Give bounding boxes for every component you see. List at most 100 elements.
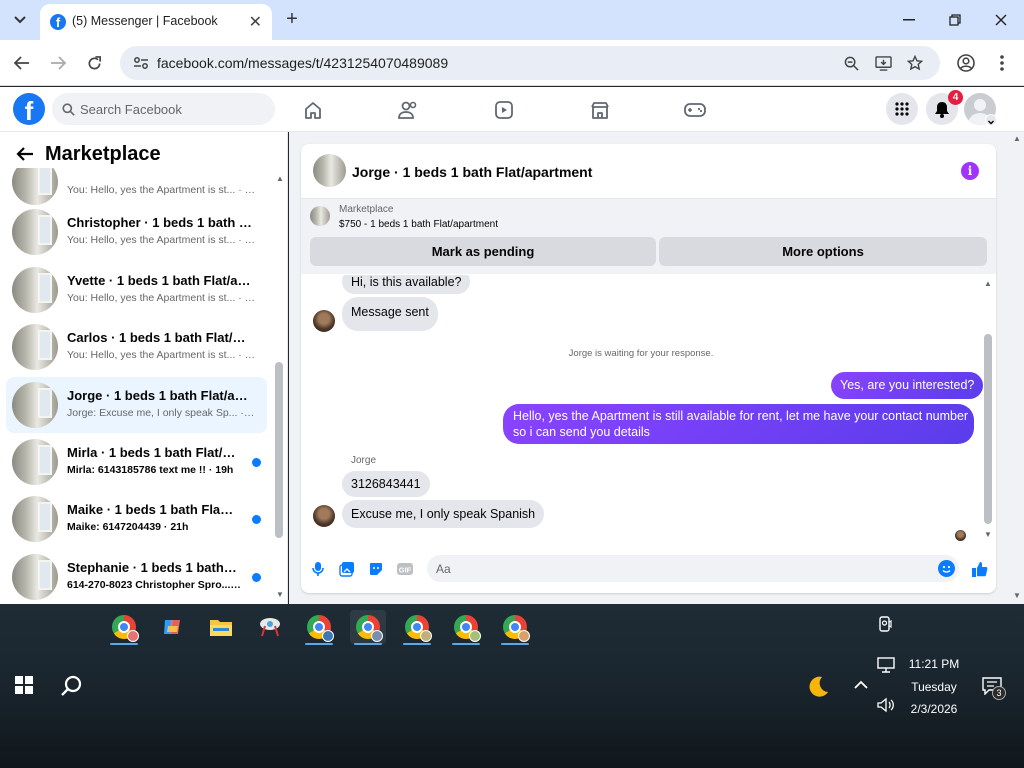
mark-as-pending-button[interactable]: Mark as pending	[310, 237, 656, 266]
tab-close-icon[interactable]: ✕	[249, 12, 262, 32]
page-scroll-up-icon[interactable]: ▲	[1013, 134, 1021, 143]
conversation-name: Stephanie · 1 beds 1 bath Flat/apartment	[67, 560, 237, 575]
back-arrow-icon[interactable]	[16, 146, 36, 166]
friends-icon[interactable]	[394, 97, 422, 123]
account-chevron-icon[interactable]	[985, 114, 997, 126]
close-window-button[interactable]	[989, 8, 1013, 32]
show-hidden-icons-chevron[interactable]	[853, 678, 869, 692]
marketplace-icon[interactable]	[586, 97, 614, 123]
message-input[interactable]: Aa	[427, 555, 959, 582]
listing-source: Marketplace	[339, 204, 394, 215]
taskbar-chrome-icon[interactable]	[497, 610, 533, 645]
chat-listing-avatar[interactable]	[313, 154, 346, 187]
listing-banner-thumbnail[interactable]	[310, 206, 330, 226]
camera-tray-icon[interactable]	[878, 616, 894, 634]
night-light-moon-icon[interactable]	[805, 674, 831, 700]
taskbar-chrome-icon[interactable]	[106, 610, 142, 645]
chat-title[interactable]: Jorge · 1 beds 1 bath Flat/apartment	[352, 164, 592, 180]
conversation-item[interactable]: Carlos · 1 beds 1 bath Flat/apartment Yo…	[6, 319, 267, 375]
conversation-item[interactable]: Yvette · 1 beds 1 bath Flat/apartment Yo…	[6, 262, 267, 318]
video-icon[interactable]	[490, 97, 518, 123]
reload-icon[interactable]	[83, 52, 105, 74]
gif-icon[interactable]: GIF	[396, 560, 414, 578]
address-bar[interactable]: facebook.com/messages/t/4231254070489089	[120, 46, 940, 80]
more-options-button[interactable]: More options	[659, 237, 987, 266]
notification-count-badge: 3	[992, 686, 1006, 700]
sender-avatar[interactable]	[313, 505, 335, 527]
conversation-info-icon[interactable]: i	[961, 162, 979, 180]
bookmark-star-icon[interactable]	[906, 54, 924, 72]
taskbar-search-icon[interactable]	[60, 674, 84, 698]
sidebar-scroll-down-icon[interactable]: ▼	[275, 590, 285, 600]
tab-search-dropdown-icon[interactable]	[8, 8, 32, 32]
taskbar-snipping-tool-icon[interactable]	[252, 610, 288, 644]
system-message: Jorge is waiting for your response.	[568, 348, 714, 359]
browser-tab[interactable]: f (5) Messenger | Facebook ✕	[40, 4, 272, 40]
facebook-logo-icon[interactable]: f	[13, 93, 45, 126]
outgoing-message: Hello, yes the Apartment is still availa…	[503, 404, 974, 444]
conversation-item[interactable]: Maike · 1 beds 1 bath Flat/apartment Mai…	[6, 491, 267, 547]
sidebar-scrollbar[interactable]	[275, 362, 283, 538]
conversation-item[interactable]: Christopher · 1 beds 1 bath Flat/apartme…	[6, 204, 267, 260]
conversation-snippet: Maike: 6147204439 · 21h	[67, 521, 189, 533]
conversation-name: Yvette · 1 beds 1 bath Flat/apartment	[67, 273, 252, 288]
taskbar-chrome-icon[interactable]	[448, 610, 484, 645]
photo-icon[interactable]	[338, 560, 356, 578]
conversation-snippet: You: Hello, yes the Apartment is st... ·…	[67, 234, 257, 246]
volume-icon[interactable]	[877, 697, 895, 713]
menu-grid-icon[interactable]	[886, 93, 918, 125]
conversation-item-active[interactable]: Jorge · 1 beds 1 bath Flat/apartment Jor…	[6, 377, 267, 433]
conversation-snippet: You: Hello, yes the Apartment is st... ·…	[67, 292, 257, 304]
taskbar-copilot-icon[interactable]	[154, 610, 190, 644]
gaming-icon[interactable]	[681, 97, 709, 123]
seen-receipt-avatar	[955, 530, 966, 541]
conversation-item[interactable]: Mirla · 1 beds 1 bath Flat/apartment Mir…	[6, 434, 267, 490]
forward-icon[interactable]	[47, 52, 69, 74]
back-icon[interactable]	[11, 52, 33, 74]
url-text: facebook.com/messages/t/4231254070489089	[157, 55, 449, 71]
taskbar-file-explorer-icon[interactable]	[203, 610, 239, 644]
facebook-search-input[interactable]: Search Facebook	[52, 93, 275, 125]
new-tab-button[interactable]: +	[282, 8, 302, 32]
minimize-button[interactable]	[897, 8, 921, 32]
unread-dot	[252, 515, 261, 524]
emoji-icon[interactable]	[938, 560, 955, 577]
search-icon	[62, 103, 75, 116]
thumbs-up-icon[interactable]	[970, 560, 988, 578]
install-app-icon[interactable]	[874, 54, 892, 72]
sidebar-scroll-up-icon[interactable]: ▲	[275, 174, 285, 184]
sender-avatar[interactable]	[313, 310, 335, 332]
clock-time[interactable]: 11:21 PM	[900, 657, 968, 671]
taskbar-chrome-icon-active[interactable]	[350, 610, 386, 645]
chat-scroll-up-icon[interactable]: ▲	[983, 279, 993, 288]
incoming-message: 3126843441	[342, 471, 430, 497]
clock-date[interactable]: 2/3/2026	[900, 702, 968, 716]
listing-thumbnail	[12, 209, 58, 255]
facebook-favicon-icon: f	[50, 14, 66, 30]
chat-scroll-down-icon[interactable]: ▼	[983, 530, 993, 539]
chrome-menu-icon[interactable]	[991, 52, 1013, 74]
clock-day[interactable]: Tuesday	[900, 680, 968, 694]
home-icon[interactable]	[299, 97, 327, 123]
message-line: so i can send you details	[513, 425, 650, 439]
notification-center-icon[interactable]: 3	[982, 677, 1006, 700]
network-icon[interactable]	[877, 657, 895, 673]
windows-start-icon[interactable]	[14, 675, 34, 695]
page-scroll-down-icon[interactable]: ▼	[1013, 591, 1021, 600]
listing-thumbnail	[12, 267, 58, 313]
outgoing-message: Yes, are you interested?	[831, 372, 984, 399]
chat-scrollbar[interactable]	[984, 334, 992, 524]
listing-description[interactable]: $750 - 1 beds 1 bath Flat/apartment	[339, 219, 498, 230]
sticker-icon[interactable]	[367, 560, 385, 578]
listing-thumbnail	[12, 168, 58, 205]
restore-button[interactable]	[943, 8, 967, 32]
profile-icon[interactable]	[955, 52, 977, 74]
site-info-icon[interactable]	[132, 54, 150, 72]
taskbar-chrome-icon[interactable]	[399, 610, 435, 645]
conversation-item[interactable]: Stephanie · 1 beds 1 bath Flat/apartment…	[6, 549, 267, 604]
conversation-name: Jorge · 1 beds 1 bath Flat/apartment	[67, 388, 252, 403]
zoom-icon[interactable]	[842, 54, 860, 72]
taskbar-chrome-icon[interactable]	[301, 610, 337, 645]
unread-dot	[252, 458, 261, 467]
microphone-icon[interactable]	[309, 560, 327, 578]
